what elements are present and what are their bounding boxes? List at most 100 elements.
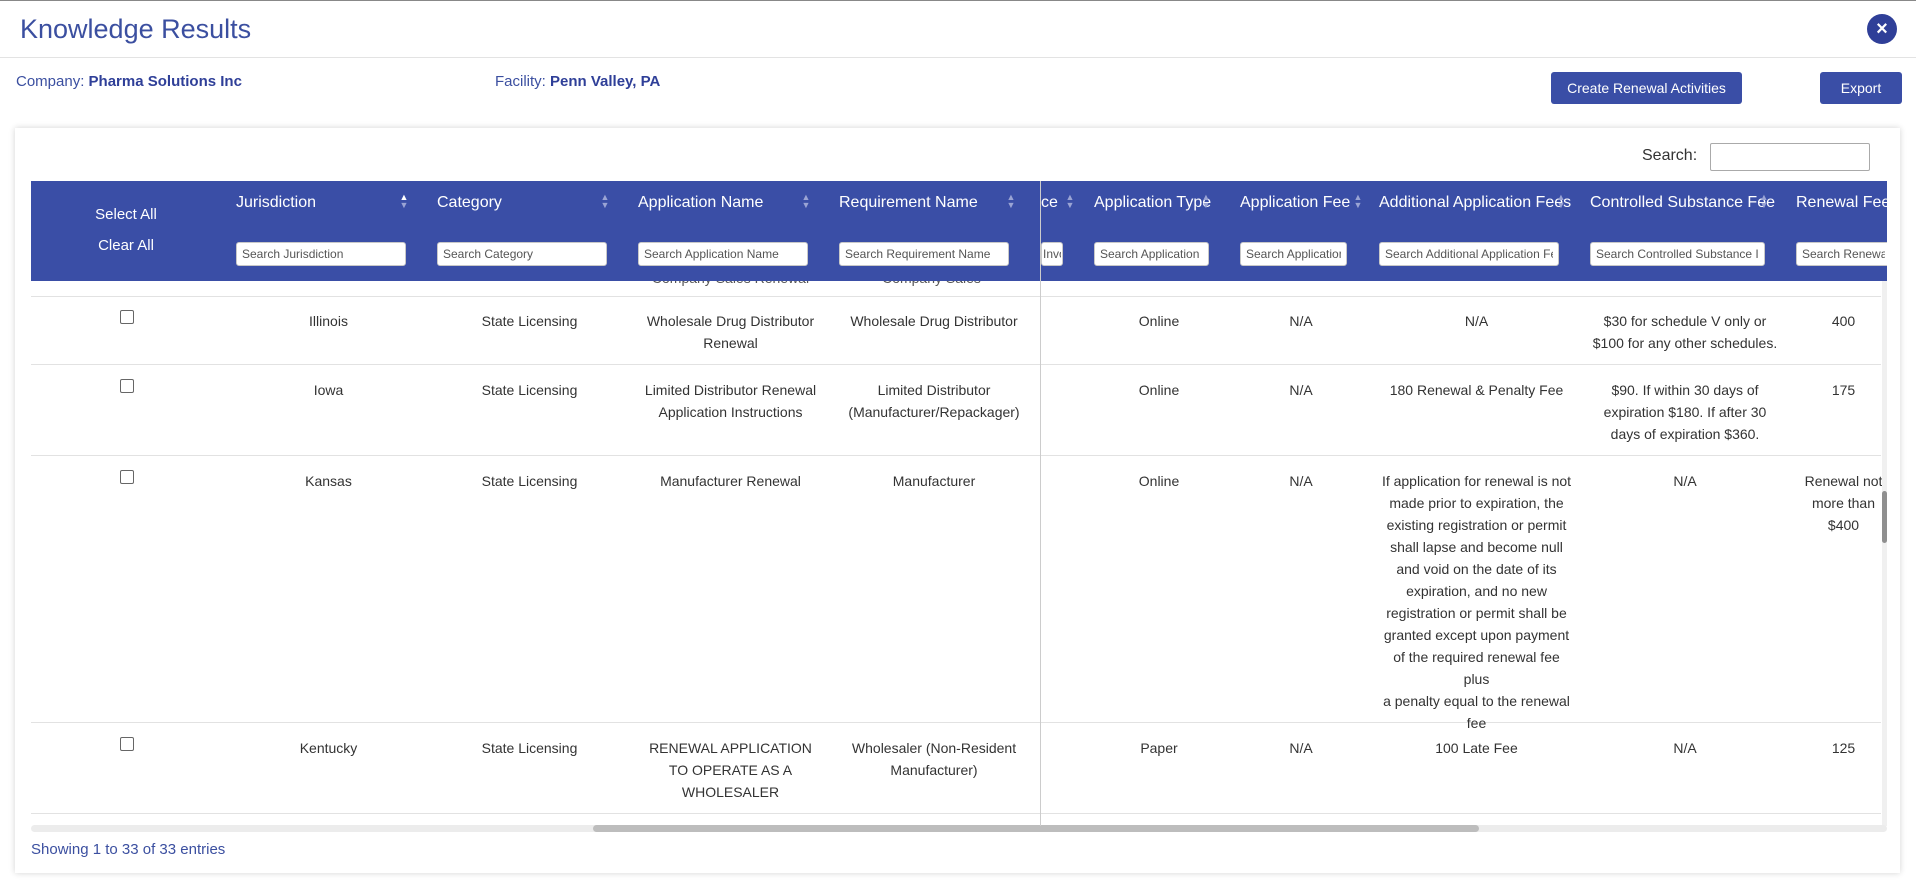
cell-line: Wholesaler (Non-Resident xyxy=(851,740,1017,756)
sort-icon[interactable]: ▲ ▼ xyxy=(801,193,811,210)
application-name-cell: Manufacturer Renewal xyxy=(638,470,823,492)
row-checkbox[interactable] xyxy=(120,310,134,324)
sort-icon[interactable]: ▲ ▼ xyxy=(1065,193,1075,210)
sort-icon[interactable]: ▲ ▼ xyxy=(1759,193,1769,210)
sort-icon[interactable]: ▲ ▼ xyxy=(399,193,409,210)
additional-fees-cell: 100 Late Fee xyxy=(1379,737,1574,759)
cell-line: WHOLESALER xyxy=(681,784,780,800)
jurisdiction-cell: Illinois xyxy=(236,310,421,332)
application-type-cell: Online xyxy=(1094,379,1224,401)
cell-line: Manufacturer Renewal xyxy=(660,473,801,489)
cell-line: N/A xyxy=(1289,382,1313,398)
vertical-scrollbar[interactable] xyxy=(1882,281,1887,826)
showing-entries-text: Showing 1 to 33 of 33 entries xyxy=(31,841,226,858)
column-label: Controlled Substance Fee xyxy=(1590,194,1775,211)
category-cell: State Licensing xyxy=(437,470,622,492)
table-body: Company Sales Renewal Company Sales Illi… xyxy=(31,281,1887,826)
sort-icon[interactable]: ▲ ▼ xyxy=(1006,193,1016,210)
cell-line: N/A xyxy=(1289,313,1313,329)
additional-fees-cell: N/A xyxy=(1379,310,1574,332)
cell-line: $30 for schedule V only or xyxy=(1603,313,1767,329)
facility-value: Penn Valley, PA xyxy=(550,73,661,90)
table-row: Kansas State Licensing Manufacturer Renewa… xyxy=(31,456,1882,731)
sort-icon[interactable]: ▲ ▼ xyxy=(600,193,610,210)
search-jurisdiction-input[interactable] xyxy=(236,242,406,266)
cell-line: Limited Distributor xyxy=(877,382,991,398)
cell-line: made prior to expiration, the xyxy=(1389,495,1564,511)
cell-line: Limited Distributor Renewal xyxy=(644,382,817,398)
search-invoice-input[interactable] xyxy=(1041,242,1063,266)
application-fee-cell: N/A xyxy=(1240,737,1362,759)
column-label: Jurisdiction xyxy=(236,194,317,211)
cell-line: 180 Renewal & Penalty Fee xyxy=(1389,382,1564,398)
cell-line: State Licensing xyxy=(481,473,578,489)
row-checkbox[interactable] xyxy=(120,470,134,484)
close-icon[interactable]: × xyxy=(1867,14,1897,44)
additional-fees-cell: 180 Renewal & Penalty Fee xyxy=(1379,379,1574,401)
cell-line: and void on the date of its xyxy=(1396,561,1557,577)
cell-line: State Licensing xyxy=(481,740,578,756)
column-invoice-partial[interactable]: ce ▲ ▼ xyxy=(1041,181,1083,281)
column-application-name[interactable]: Application Name ▲ ▼ xyxy=(638,181,823,281)
category-cell: State Licensing xyxy=(437,379,622,401)
controlled-substance-fee-cell: N/A xyxy=(1590,470,1780,492)
search-renewal-fee-input[interactable] xyxy=(1796,242,1887,266)
application-type-cell: Online xyxy=(1094,470,1224,492)
application-fee-cell: N/A xyxy=(1240,379,1362,401)
cell-line: days of expiration $360. xyxy=(1610,426,1760,442)
results-table: Select All Clear All Jurisdiction ▲▼ Cat… xyxy=(31,181,1887,826)
cell-line: Online xyxy=(1138,473,1180,489)
cell-line: expiration, and no new xyxy=(1406,583,1547,599)
cell-line: existing registration or permit xyxy=(1386,517,1567,533)
category-cell: State Licensing xyxy=(437,737,622,759)
export-button[interactable]: Export xyxy=(1820,72,1902,104)
column-label: Requirement Name xyxy=(839,194,978,211)
horizontal-scrollbar-thumb[interactable] xyxy=(593,825,1479,832)
requirement-name-cell: Wholesale Drug Distributor xyxy=(839,310,1029,332)
column-application-fee[interactable]: Application Fee ▲ ▼ xyxy=(1240,181,1362,281)
column-application-type[interactable]: Application Type ▲ ▼ xyxy=(1094,181,1224,281)
search-input[interactable] xyxy=(1710,143,1870,171)
column-renewal-fee[interactable]: Renewal Fee xyxy=(1796,181,1887,281)
cell-line: Renewal xyxy=(703,335,758,351)
row-checkbox[interactable] xyxy=(120,737,134,751)
column-label: Application Type xyxy=(1094,194,1212,211)
cell-line: Paper xyxy=(1140,740,1178,756)
clear-all-button[interactable]: Clear All xyxy=(31,237,221,254)
application-type-cell: Paper xyxy=(1094,737,1224,759)
column-jurisdiction[interactable]: Jurisdiction ▲ ▼ xyxy=(236,181,421,281)
cell-line: 175 xyxy=(1831,382,1856,398)
column-label: ce xyxy=(1041,194,1058,211)
search-requirement-name-input[interactable] xyxy=(839,242,1009,266)
column-controlled-substance-fee[interactable]: Controlled Substance Fee ▲ ▼ xyxy=(1590,181,1780,281)
column-category[interactable]: Category ▲ ▼ xyxy=(437,181,622,281)
sort-icon[interactable]: ▲ ▼ xyxy=(1201,193,1211,210)
search-controlled-substance-input[interactable] xyxy=(1590,242,1765,266)
application-type-cell: Online xyxy=(1094,310,1224,332)
jurisdiction-cell: Kentucky xyxy=(236,737,421,759)
cell-line: Kansas xyxy=(305,473,352,489)
vertical-scrollbar-thumb[interactable] xyxy=(1882,491,1887,543)
frozen-column-divider xyxy=(1040,181,1041,826)
search-application-fee-input[interactable] xyxy=(1240,242,1347,266)
table-row: Kentucky State Licensing RENEWAL APPLICATI… xyxy=(31,723,1881,814)
search-category-input[interactable] xyxy=(437,242,607,266)
cell-line: registration or permit shall be xyxy=(1386,605,1567,621)
column-additional-application-fees[interactable]: Additional Application Fees ▲ ▼ xyxy=(1379,181,1574,281)
search-application-type-input[interactable] xyxy=(1094,242,1209,266)
select-all-button[interactable]: Select All xyxy=(31,206,221,223)
cell-line: 400 xyxy=(1831,313,1856,329)
cell-line: N/A xyxy=(1673,473,1697,489)
column-requirement-name[interactable]: Requirement Name ▲ ▼ xyxy=(839,181,1029,281)
search-additional-fees-input[interactable] xyxy=(1379,242,1559,266)
application-fee-cell: N/A xyxy=(1240,470,1362,492)
sort-icon[interactable]: ▲ ▼ xyxy=(1556,193,1566,210)
application-name-cell: Limited Distributor Renewal Application I… xyxy=(638,379,823,423)
search-application-name-input[interactable] xyxy=(638,242,808,266)
cell-line: expiration $180. If after 30 xyxy=(1603,404,1767,420)
row-checkbox[interactable] xyxy=(120,379,134,393)
create-renewal-activities-button[interactable]: Create Renewal Activities xyxy=(1551,72,1742,104)
sort-icon[interactable]: ▲ ▼ xyxy=(1353,193,1363,210)
requirement-name-cell: Manufacturer xyxy=(839,470,1029,492)
modal-header: Knowledge Results × xyxy=(0,1,1916,58)
